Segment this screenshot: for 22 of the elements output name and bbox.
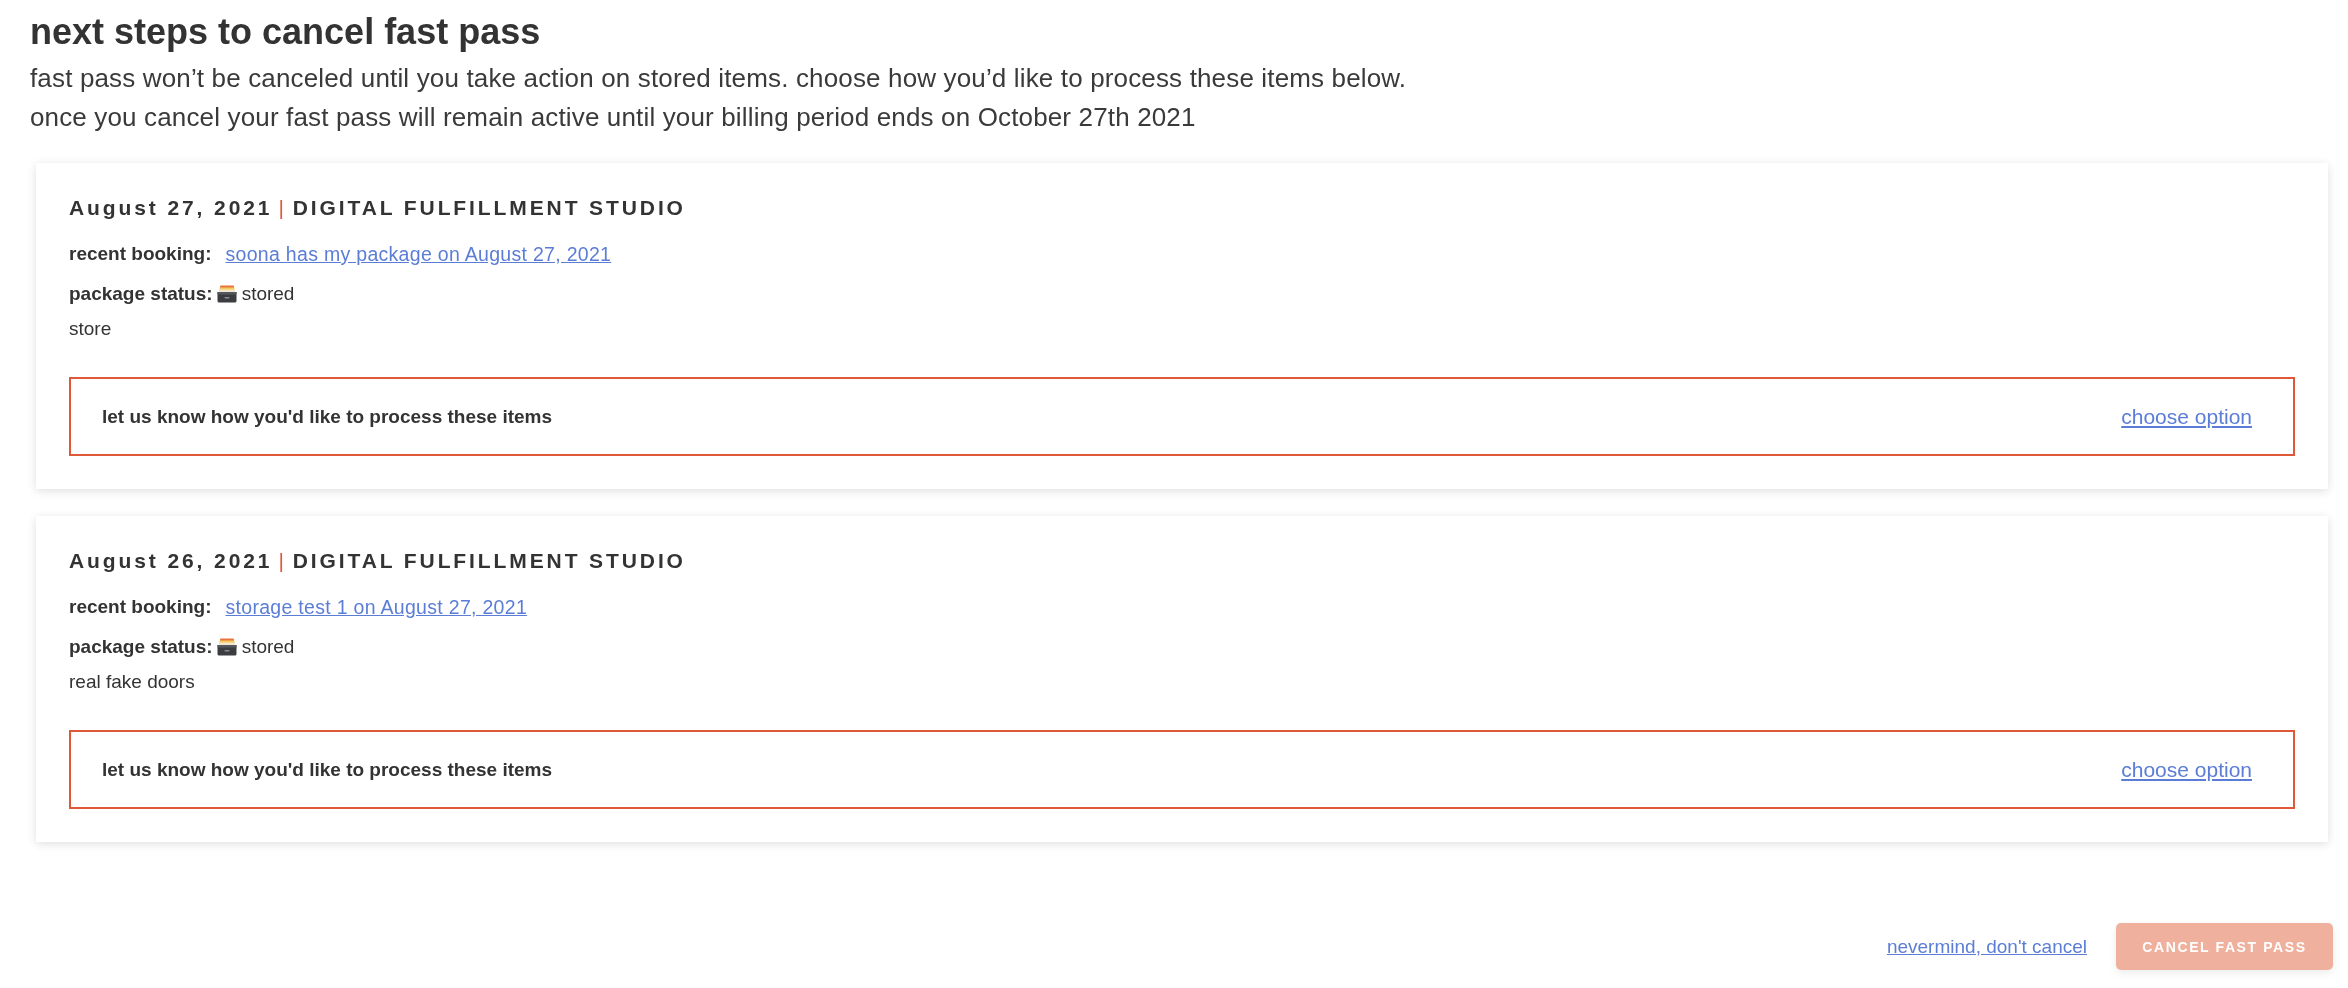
- prompt-text: let us know how you'd like to process these items: [102, 758, 553, 781]
- field-label: recent booking:: [69, 595, 212, 619]
- field-label: package status:: [69, 282, 213, 306]
- file-box-icon: [216, 638, 237, 656]
- choose-option-link[interactable]: choose option: [2121, 404, 2252, 429]
- status-text: stored: [241, 635, 295, 659]
- description-text: once you cancel your fast pass will remain active until your billing period ends on October 27th 2021: [30, 101, 1197, 134]
- status-text: stored: [241, 282, 295, 306]
- choose-option-link[interactable]: choose option: [2121, 757, 2252, 782]
- card-heading: August 27, 2021 | DIGITAL FULFILLMENT STUDIO: [69, 195, 687, 221]
- booking-link[interactable]: storage test 1 on August 27, 2021: [225, 592, 528, 622]
- booking-link[interactable]: soona has my package on August 27, 2021: [225, 239, 612, 269]
- file-box-icon: [216, 285, 237, 303]
- card-heading: August 26, 2021 | DIGITAL FULFILLMENT STUDIO: [69, 548, 687, 574]
- description-text: fast pass won’t be canceled until you take action on stored items. choose how you’d like to process these items below.: [30, 62, 1408, 95]
- item-note: real fake doors: [69, 670, 196, 694]
- field-label: package status:: [69, 635, 213, 659]
- prompt-text: let us know how you'd like to process these items: [102, 405, 553, 428]
- item-note: store: [69, 317, 113, 341]
- field-label: recent booking:: [69, 242, 212, 266]
- nevermind-link[interactable]: nevermind, don't cancel: [1886, 935, 2087, 958]
- page-title: next steps to cancel fast pass: [30, 10, 542, 54]
